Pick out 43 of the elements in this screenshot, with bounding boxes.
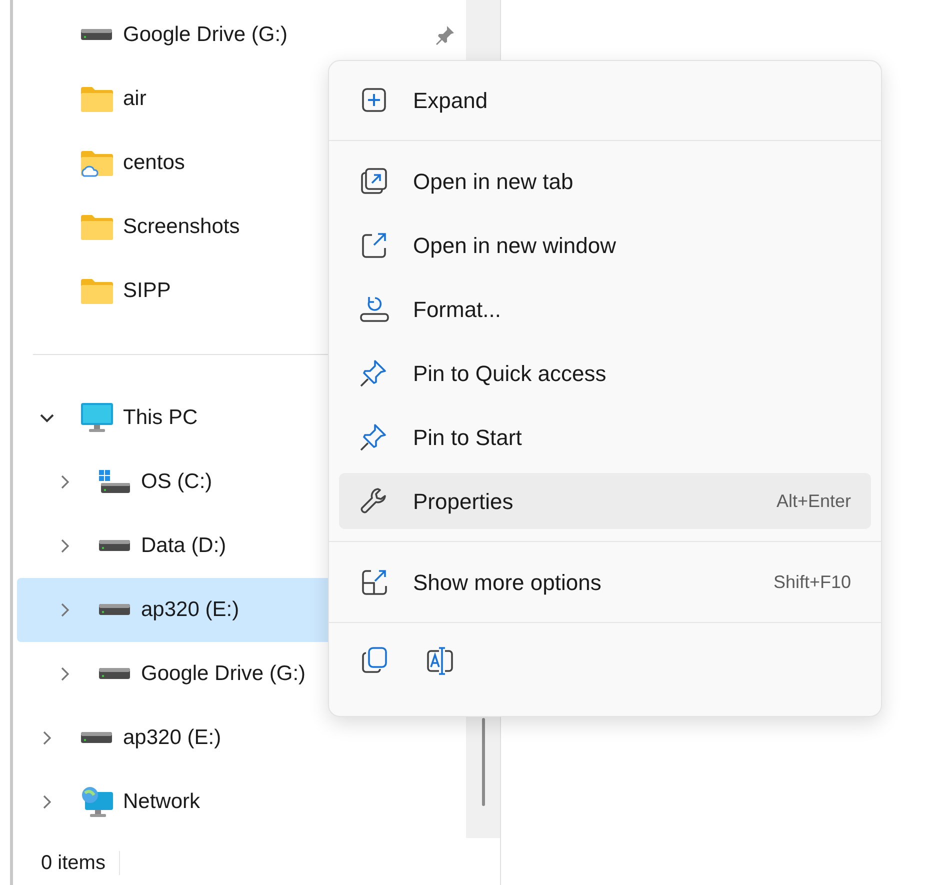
drive-icon xyxy=(80,730,114,746)
drive-icon xyxy=(98,469,132,495)
item-count: 0 items xyxy=(41,851,106,876)
scrollbar-thumb[interactable] xyxy=(482,718,484,806)
monitor-icon xyxy=(80,402,114,434)
drive-icon xyxy=(98,602,132,618)
shortcut-label: Shift+F10 xyxy=(773,570,851,594)
plus-icon xyxy=(359,85,389,115)
format-icon xyxy=(359,294,389,324)
tree-item[interactable]: ap320 (E:) xyxy=(17,706,466,770)
drive-icon xyxy=(98,666,132,682)
tree-item[interactable]: Network xyxy=(17,770,466,834)
tree-item-label[interactable]: Google Drive (G:) xyxy=(123,19,288,51)
pin-icon xyxy=(359,358,389,388)
pin-icon xyxy=(359,422,389,452)
external-link-icon xyxy=(359,230,389,260)
folder-icon xyxy=(80,85,114,113)
tree-item-label[interactable]: air xyxy=(123,83,146,115)
drive-icon xyxy=(80,27,114,43)
network-icon xyxy=(80,786,114,818)
tree-item-label: Data (D:) xyxy=(141,533,226,560)
tree-item-label[interactable]: centos xyxy=(123,147,185,179)
folder-icon xyxy=(80,277,114,305)
folder-icon xyxy=(80,213,114,241)
menu-item[interactable]: Properties Alt+Enter xyxy=(339,473,871,529)
tree-item-label[interactable]: SIPP xyxy=(123,275,171,307)
pin-icon[interactable] xyxy=(434,24,456,46)
tree-item-label: Google Drive (G:) xyxy=(141,661,306,688)
tree-item-label: Network xyxy=(123,789,200,816)
drive-icon xyxy=(98,538,132,554)
cloud-folder-icon xyxy=(80,149,114,177)
tree-item-label: ap320 (E:) xyxy=(141,597,240,624)
shortcut-label: Alt+Enter xyxy=(776,490,851,512)
new-tab-icon xyxy=(359,166,389,196)
tree-item-label[interactable]: Screenshots xyxy=(123,211,240,243)
copy-icon xyxy=(359,645,389,675)
rename-icon xyxy=(425,645,455,675)
tree-item-label: This PC xyxy=(123,405,198,432)
wrench-icon xyxy=(359,486,389,516)
tree-item-label: ap320 (E:) xyxy=(123,725,222,752)
expand-window-icon xyxy=(359,567,389,597)
tree-item[interactable]: Google Drive (G:) xyxy=(17,642,466,706)
tree-item-label: OS (C:) xyxy=(141,469,212,496)
